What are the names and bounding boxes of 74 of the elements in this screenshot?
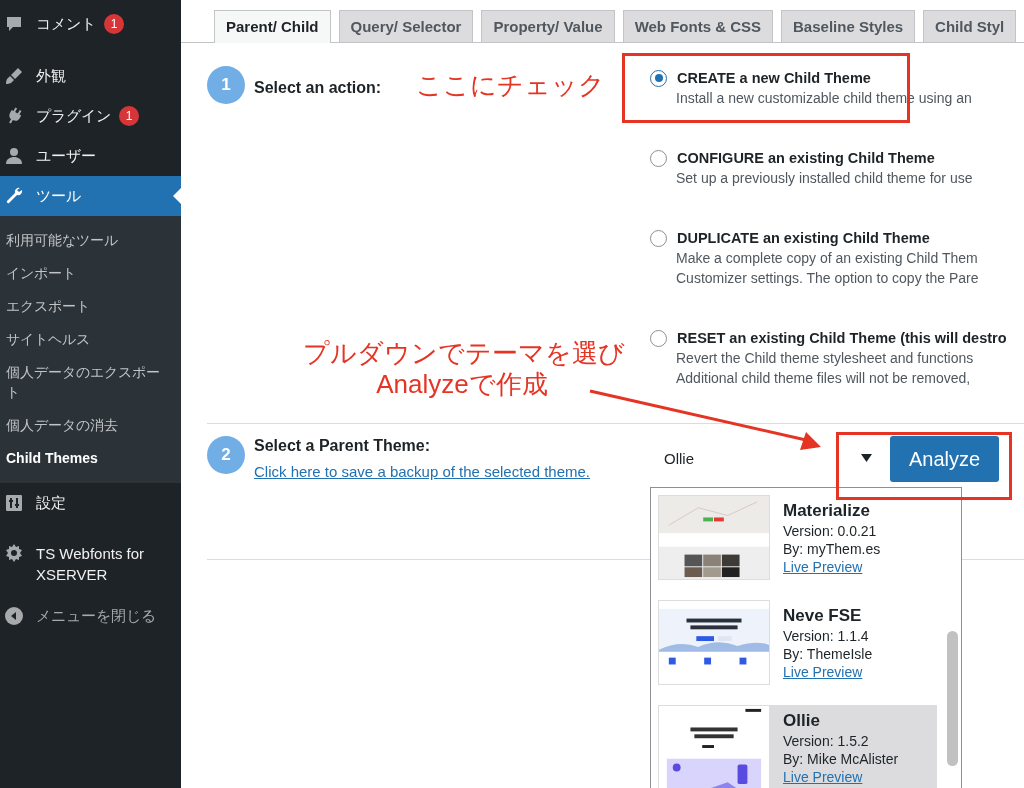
- tab[interactable]: Property/ Value: [481, 10, 615, 42]
- collapse-icon: [4, 606, 24, 626]
- tab[interactable]: Baseline Styles: [781, 10, 916, 42]
- theme-option[interactable]: Materialize Version: 0.0.21 By: myThem.es Live Preview: [658, 495, 937, 586]
- menu-item[interactable]: 外観: [0, 56, 181, 96]
- menu-label: 外観: [36, 66, 66, 86]
- menu-label: コメント: [36, 14, 96, 34]
- radio-button[interactable]: [650, 69, 667, 87]
- annotation-text: ここにチェック: [416, 70, 605, 101]
- theme-name: Ollie: [783, 710, 821, 732]
- count-badge: 1: [104, 14, 124, 34]
- step-label: Select a Parent Theme:: [254, 436, 431, 456]
- theme-name: Neve FSE: [783, 605, 863, 627]
- menu-label: TS Webfonts for XSERVER: [36, 544, 146, 585]
- menu-label: 設定: [36, 493, 66, 513]
- theme-option[interactable]: Ollie Version: 1.5.2 By: Mike McAlister Live Preview: [658, 705, 937, 788]
- sliders-icon: [4, 493, 24, 513]
- submenu-item[interactable]: サイトヘルス: [0, 322, 181, 355]
- menu-item[interactable]: ツール: [0, 176, 181, 216]
- option-description: Revert the Child theme stylesheet and functions: [675, 349, 975, 368]
- option-title: CREATE a new Child Theme: [677, 69, 871, 88]
- menu-label: ツール: [36, 186, 81, 206]
- submenu-item[interactable]: Child Themes: [0, 441, 181, 474]
- step-label: Select an action:: [254, 78, 382, 98]
- live-preview-link[interactable]: Live Preview: [783, 664, 863, 680]
- tab[interactable]: Query/ Selector: [338, 10, 474, 42]
- count-badge: 1: [119, 106, 139, 126]
- option-title: RESET an existing Child Theme (this will destro: [677, 329, 1007, 348]
- tab[interactable]: Web Fonts & CSS: [622, 10, 774, 42]
- submenu-item[interactable]: インポート: [0, 256, 181, 289]
- step-number: 1: [207, 66, 245, 104]
- scrollbar-thumb[interactable]: [947, 631, 958, 766]
- radio-button[interactable]: [650, 329, 667, 347]
- menu-item[interactable]: コメント 1: [0, 4, 181, 44]
- theme-name: Materialize: [783, 500, 871, 522]
- submenu-item[interactable]: 利用可能なツール: [0, 223, 181, 256]
- comment-icon: [4, 14, 24, 34]
- option-description: Make a complete copy of an existing Child Them: [675, 249, 979, 268]
- menu-item[interactable]: プラグイン 1: [0, 96, 181, 136]
- brush-icon: [4, 66, 24, 86]
- wrench-icon: [4, 186, 24, 206]
- menu-label: プラグイン: [36, 106, 111, 126]
- live-preview-link[interactable]: Live Preview: [783, 769, 863, 785]
- submenu-item[interactable]: エクスポート: [0, 289, 181, 322]
- tab[interactable]: Parent/ Child: [214, 10, 331, 43]
- user-icon: [4, 146, 24, 166]
- menu-item[interactable]: TS Webfonts for XSERVER: [0, 535, 181, 593]
- option-description: Customizer settings. The option to copy the Pare: [675, 269, 980, 288]
- radio-button[interactable]: [650, 149, 667, 167]
- theme-author: By: myThem.es: [783, 540, 881, 558]
- option-description: Additional child theme files will not be removed,: [675, 369, 972, 388]
- gear-icon: [4, 543, 24, 563]
- caret-icon: [861, 454, 872, 462]
- backup-link[interactable]: Click here to save a backup of the selected theme.: [254, 462, 591, 482]
- menu-label: ユーザー: [36, 146, 96, 166]
- menu-item[interactable]: 設定: [0, 483, 181, 523]
- theme-option[interactable]: Neve FSE Version: 1.1.4 By: ThemeIsle Live Preview: [658, 600, 937, 691]
- theme-version: Version: 0.0.21: [783, 522, 878, 540]
- tab[interactable]: Child Styl: [923, 10, 1017, 42]
- theme-author: By: ThemeIsle: [783, 645, 873, 663]
- theme-version: Version: 1.1.4: [783, 627, 870, 645]
- theme-version: Version: 1.5.2: [783, 732, 870, 750]
- option-title: DUPLICATE an existing Child Theme: [677, 229, 930, 248]
- submenu-item[interactable]: 個人データの消去: [0, 408, 181, 441]
- submenu-item[interactable]: 個人データのエクスポート: [0, 355, 181, 408]
- radio-button[interactable]: [650, 229, 667, 247]
- option-title: CONFIGURE an existing Child Theme: [677, 149, 935, 168]
- theme-author: By: Mike McAlister: [783, 750, 899, 768]
- live-preview-link[interactable]: Live Preview: [783, 559, 863, 575]
- collapse-menu-button[interactable]: メニューを閉じる: [0, 596, 181, 636]
- step-number: 2: [207, 436, 245, 474]
- menu-item[interactable]: ユーザー: [0, 136, 181, 176]
- analyze-button[interactable]: Analyze: [890, 436, 999, 482]
- option-description: Set up a previously installed child theme for use: [675, 169, 974, 188]
